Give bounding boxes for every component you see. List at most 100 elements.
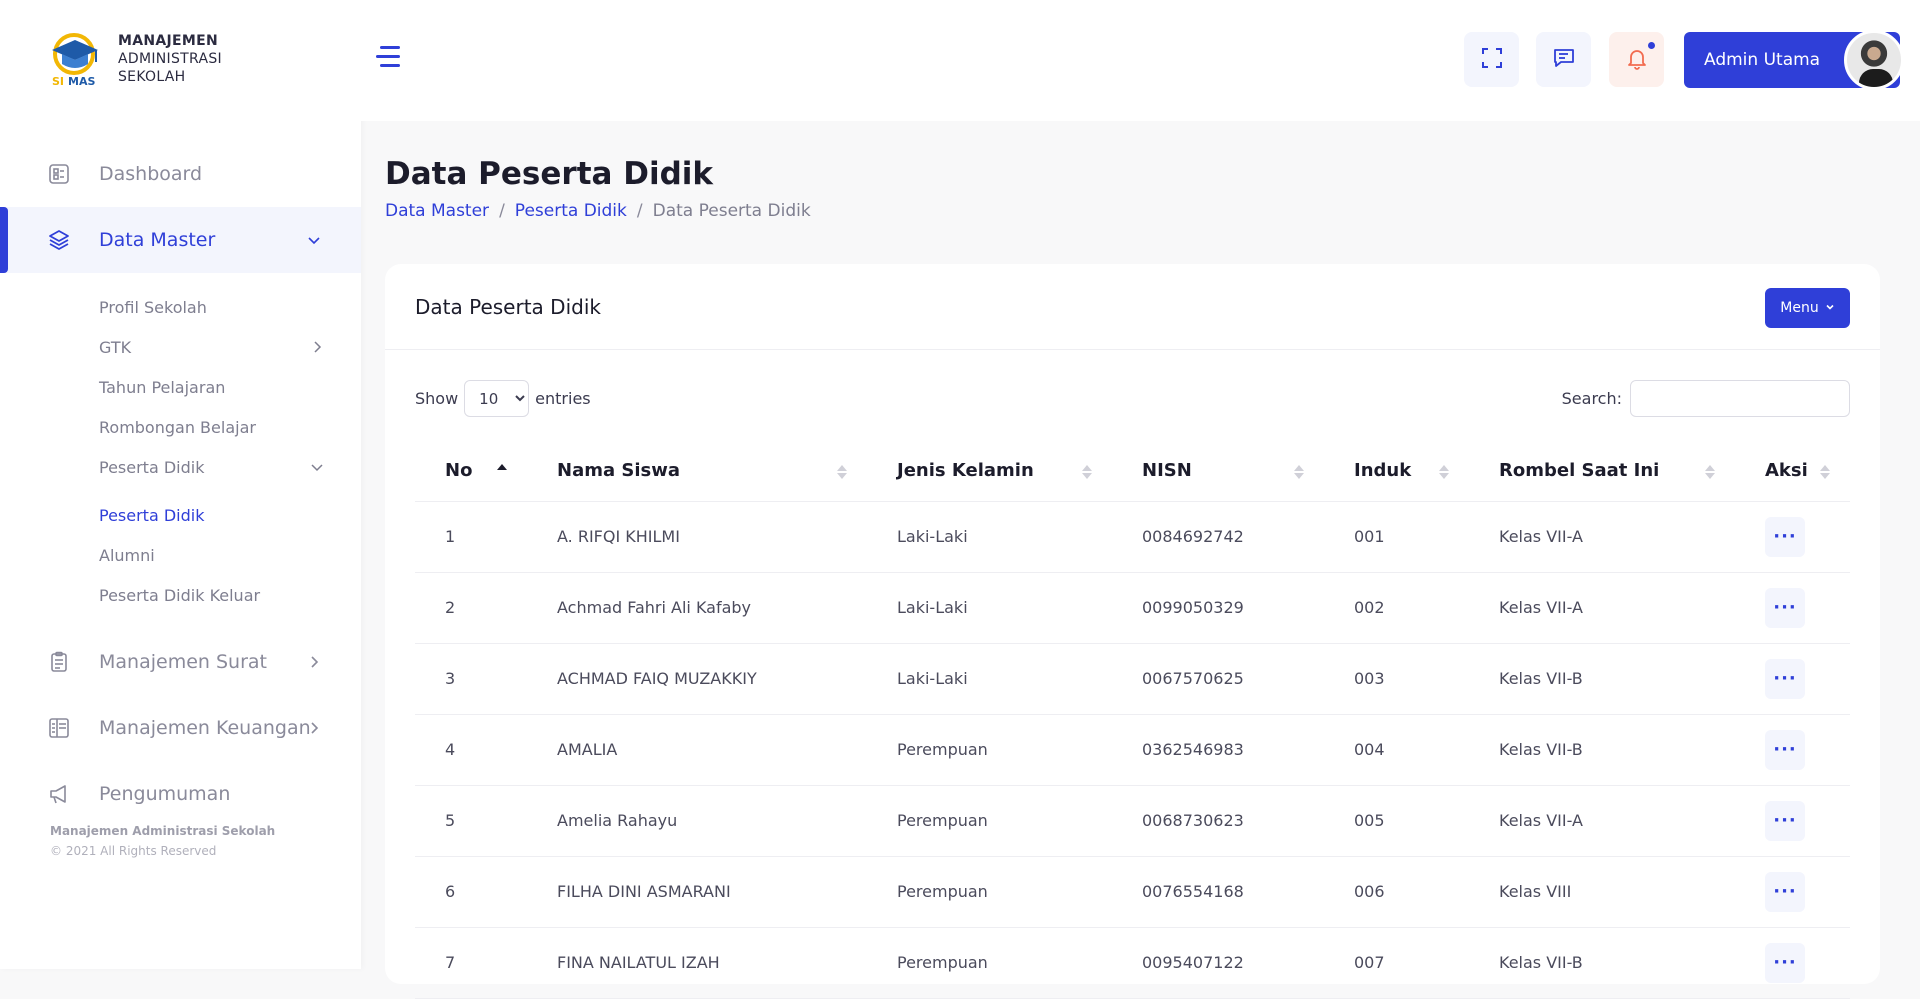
row-actions-button[interactable]: ··· xyxy=(1765,942,1805,983)
page-length-select[interactable]: 10 xyxy=(464,380,530,417)
submenu-item-tahun-pelajaran[interactable]: Tahun Pelajaran xyxy=(99,367,361,407)
row-actions-button[interactable]: ··· xyxy=(1765,729,1805,770)
brand-name: MANAJEMEN ADMINISTRASI SEKOLAH xyxy=(118,32,222,86)
search-label: Search: xyxy=(1561,389,1622,408)
row-actions-button[interactable]: ··· xyxy=(1765,871,1805,912)
cell-induk: 003 xyxy=(1324,643,1469,715)
chevron-right-icon xyxy=(305,653,323,671)
column-label: No xyxy=(445,460,473,482)
submenu-item-profil-sekolah[interactable]: Profil Sekolah xyxy=(99,287,361,327)
row-actions-button[interactable]: ··· xyxy=(1765,587,1805,628)
chat-icon xyxy=(1552,46,1576,74)
sidebar: SI MAS MANAJEMEN ADMINISTRASI SEKOLAH Da… xyxy=(0,0,361,969)
cell-no: 2 xyxy=(415,572,527,644)
cell-nama-siswa: Achmad Fahri Ali Kafaby xyxy=(527,572,867,644)
cell-jenis-kelamin: Perempuan xyxy=(867,785,1112,857)
column-header-induk[interactable]: Induk xyxy=(1324,441,1469,502)
table-body: 1 A. RIFQI KHILMI Laki-Laki 0084692742 001 Ke… xyxy=(415,501,1850,999)
cell-rombel: Kelas VII-B xyxy=(1469,714,1735,786)
cell-aksi: ··· xyxy=(1735,785,1850,857)
column-header-nisn[interactable]: NISN xyxy=(1112,441,1324,502)
submenu-item-label: Rombongan Belajar xyxy=(99,417,256,437)
sidebar-item-manajemen-surat[interactable]: Manajemen Surat xyxy=(0,629,361,695)
more-dots-icon: ··· xyxy=(1773,952,1797,973)
row-actions-button[interactable]: ··· xyxy=(1765,516,1805,557)
cell-jenis-kelamin: Perempuan xyxy=(867,927,1112,999)
ledger-icon xyxy=(48,717,70,739)
cell-no: 1 xyxy=(415,501,527,573)
breadcrumb-current: Data Peserta Didik xyxy=(652,201,811,221)
chevron-down-icon xyxy=(1825,300,1835,316)
row-actions-button[interactable]: ··· xyxy=(1765,800,1805,841)
notifications-button[interactable] xyxy=(1609,32,1664,87)
data-card: Data Peserta Didik Menu Show 10 entries … xyxy=(385,264,1880,999)
megaphone-icon xyxy=(48,783,70,805)
column-label: Aksi xyxy=(1765,460,1808,482)
more-dots-icon: ··· xyxy=(1773,597,1797,618)
cell-induk: 004 xyxy=(1324,714,1469,786)
sidebar-item-label: Pengumuman xyxy=(99,783,231,805)
submenu-item-alumni[interactable]: Alumni xyxy=(99,535,361,575)
bell-icon xyxy=(1625,46,1649,74)
notification-dot xyxy=(1648,42,1655,49)
sidebar-item-manajemen-keuangan[interactable]: Manajemen Keuangan xyxy=(0,695,361,761)
sort-icon xyxy=(1820,464,1830,480)
sidebar-item-pengumuman[interactable]: Pengumuman xyxy=(0,761,361,827)
submenu-item-rombongan-belajar[interactable]: Rombongan Belajar xyxy=(99,407,361,447)
svg-text:MAS: MAS xyxy=(68,75,95,88)
sort-icon xyxy=(1705,464,1715,480)
students-table: No Nama Siswa Jenis Kelamin NISN Induk R… xyxy=(415,441,1850,999)
column-header-nama-siswa[interactable]: Nama Siswa xyxy=(527,441,867,502)
column-header-aksi[interactable]: Aksi xyxy=(1735,441,1850,502)
messages-button[interactable] xyxy=(1536,32,1591,87)
user-name: Admin Utama xyxy=(1704,50,1821,70)
fullscreen-icon xyxy=(1480,46,1504,74)
fullscreen-button[interactable] xyxy=(1464,32,1519,87)
menu-label: Menu xyxy=(1780,300,1819,316)
cell-no: 6 xyxy=(415,856,527,928)
brand-line-1: MANAJEMEN xyxy=(118,33,219,49)
table-row: 5 Amelia Rahayu Perempuan 0068730623 005 Kela… xyxy=(415,785,1850,857)
cell-aksi: ··· xyxy=(1735,643,1850,715)
cell-jenis-kelamin: Perempuan xyxy=(867,714,1112,786)
dashboard-icon xyxy=(48,163,70,185)
brand[interactable]: SI MAS MANAJEMEN ADMINISTRASI SEKOLAH xyxy=(48,30,222,88)
clipboard-icon xyxy=(48,651,70,673)
cell-nama-siswa: FILHA DINI ASMARANI xyxy=(527,856,867,928)
submenu-item-peserta-didik[interactable]: Peserta Didik xyxy=(99,495,361,535)
breadcrumb: Data Master / Peserta Didik / Data Peser… xyxy=(385,201,811,221)
cell-rombel: Kelas VIII xyxy=(1469,856,1735,928)
hamburger-menu-icon[interactable] xyxy=(376,46,404,70)
sidebar-item-dashboard[interactable]: Dashboard xyxy=(0,141,361,207)
menu-dropdown-button[interactable]: Menu xyxy=(1765,288,1850,328)
row-actions-button[interactable]: ··· xyxy=(1765,658,1805,699)
search-input[interactable] xyxy=(1630,380,1850,417)
brand-line-2: ADMINISTRASI xyxy=(118,51,222,67)
submenu-item-peserta-didik-group[interactable]: Peserta Didik xyxy=(99,447,361,487)
more-dots-icon: ··· xyxy=(1773,739,1797,760)
breadcrumb-link-data-master[interactable]: Data Master xyxy=(385,201,489,221)
cell-aksi: ··· xyxy=(1735,572,1850,644)
cell-no: 4 xyxy=(415,714,527,786)
submenu-item-peserta-didik-keluar[interactable]: Peserta Didik Keluar xyxy=(99,575,361,615)
column-header-jenis-kelamin[interactable]: Jenis Kelamin xyxy=(867,441,1112,502)
cell-rombel: Kelas VII-A xyxy=(1469,501,1735,573)
chevron-right-icon xyxy=(309,339,325,355)
breadcrumb-link-peserta-didik[interactable]: Peserta Didik xyxy=(515,201,627,221)
submenu-item-gtk[interactable]: GTK xyxy=(99,327,361,367)
cell-aksi: ··· xyxy=(1735,927,1850,999)
sidebar-item-data-master[interactable]: Data Master xyxy=(0,207,361,273)
page-title: Data Peserta Didik xyxy=(385,156,714,192)
cell-rombel: Kelas VII-B xyxy=(1469,643,1735,715)
cell-nama-siswa: FINA NAILATUL IZAH xyxy=(527,927,867,999)
sort-icon xyxy=(837,464,847,480)
cell-nama-siswa: ACHMAD FAIQ MUZAKKIY xyxy=(527,643,867,715)
cell-no: 5 xyxy=(415,785,527,857)
submenu-item-label: Tahun Pelajaran xyxy=(99,377,226,397)
column-header-no[interactable]: No xyxy=(415,441,527,502)
cell-nisn: 0099050329 xyxy=(1112,572,1324,644)
user-profile-button[interactable]: Admin Utama xyxy=(1684,30,1904,90)
cell-aksi: ··· xyxy=(1735,501,1850,573)
column-header-rombel[interactable]: Rombel Saat Ini xyxy=(1469,441,1735,502)
cell-rombel: Kelas VII-B xyxy=(1469,927,1735,999)
